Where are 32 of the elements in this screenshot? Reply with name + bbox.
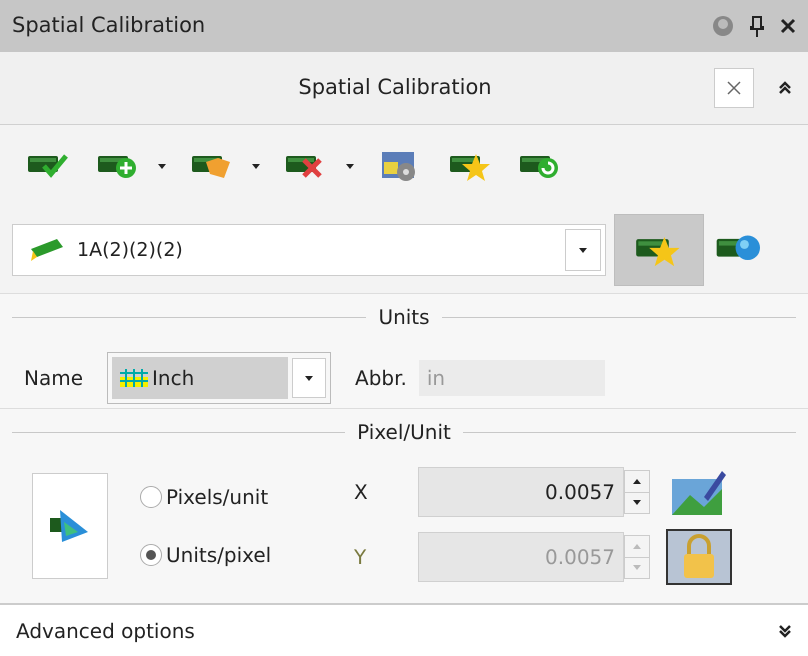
collapse-icon[interactable] [778, 80, 792, 96]
pin-icon[interactable] [750, 15, 764, 37]
window-title: Spatial Calibration [12, 12, 206, 40]
field-label: Name [24, 365, 84, 392]
caret-icon [579, 248, 587, 252]
group-title: Units [378, 304, 430, 331]
panel-title: Spatial Calibration [297, 74, 493, 102]
lock-icon [681, 534, 717, 580]
close-icon[interactable] [780, 18, 796, 34]
field-label: Abbr. [355, 365, 407, 392]
close-icon [726, 80, 742, 96]
axis-label: Y [354, 544, 368, 571]
lock-button[interactable] [666, 529, 732, 585]
close-button[interactable] [714, 68, 754, 108]
calibration-dropdown[interactable]: 1A(2)(2)(2) [12, 224, 606, 276]
caret-icon[interactable] [158, 164, 166, 168]
calibrate-button[interactable] [32, 473, 108, 579]
advanced-options-bar[interactable]: Advanced options [0, 603, 808, 656]
caret-icon[interactable] [252, 164, 260, 168]
calibration-value: 1A(2)(2)(2) [77, 238, 184, 263]
group-title: Pixel/Unit [357, 419, 451, 446]
caret-icon [305, 376, 314, 380]
unit-value: Inch [152, 365, 194, 392]
value-field[interactable]: 0.0057 [418, 467, 624, 517]
favorite-button[interactable] [614, 214, 704, 286]
unit-dropdown[interactable]: Inch [107, 352, 332, 404]
radio-option[interactable]: Units/pixel [140, 540, 330, 570]
unit-icon [120, 367, 148, 389]
radio-option[interactable]: Pixels/unit [140, 482, 330, 512]
axis-label: X [354, 479, 369, 506]
caret-icon[interactable] [346, 164, 354, 168]
spin-buttons[interactable] [624, 470, 650, 514]
